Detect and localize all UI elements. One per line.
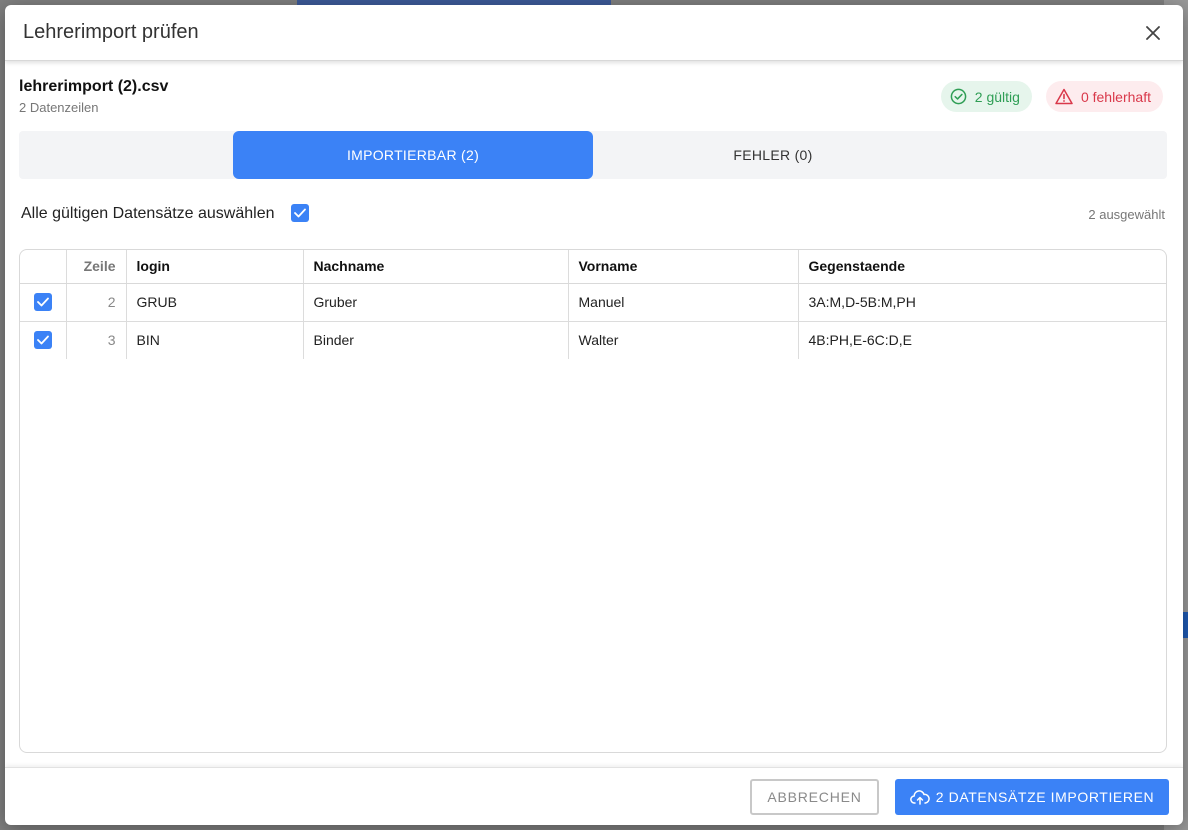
- header-nachname[interactable]: Nachname: [303, 250, 569, 284]
- cell-zeile: 2: [66, 283, 127, 322]
- checkmark-icon: [36, 297, 49, 307]
- row-select-cell: [20, 283, 67, 322]
- cell-nachname: Gruber: [303, 283, 569, 322]
- select-all-label: Alle gültigen Datensätze auswählen: [21, 205, 275, 222]
- checkmark-icon: [294, 208, 306, 218]
- close-icon: [1146, 25, 1160, 40]
- header-select: [20, 250, 67, 284]
- cell-gegenstaende: 3A:M,D-5B:M,PH: [798, 283, 1166, 322]
- import-button[interactable]: 2 DATENSÄTZE IMPORTIEREN: [895, 779, 1169, 815]
- warning-triangle-icon: [1055, 88, 1073, 105]
- checkmark-icon: [36, 335, 49, 345]
- cloud-upload-icon: [909, 790, 930, 805]
- result-tabs: IMPORTIERBAR (2) FEHLER (0): [19, 131, 1167, 179]
- table-row: 3 BIN Binder Walter 4B:PH,E-6C:D,E: [20, 321, 1166, 359]
- invalid-badge-label: 0 fehlerhaft: [1080, 88, 1151, 105]
- header-zeile[interactable]: Zeile: [66, 250, 127, 284]
- cancel-button[interactable]: ABBRECHEN: [750, 779, 879, 815]
- status-badges: 2 gültig 0 fehlerhaft: [940, 81, 1163, 112]
- selected-count: 2 ausgewählt: [1088, 207, 1165, 222]
- tab-importierbar[interactable]: IMPORTIERBAR (2): [233, 131, 593, 179]
- check-circle-icon: [950, 88, 967, 105]
- row-select-cell: [20, 321, 67, 359]
- dialog-footer: ABBRECHEN 2 DATENSÄTZE IMPORTIEREN: [5, 767, 1183, 825]
- select-all-checkbox[interactable]: [291, 204, 309, 222]
- row-checkbox[interactable]: [33, 293, 52, 311]
- cell-vorname: Walter: [568, 321, 799, 359]
- tab-fehler[interactable]: FEHLER (0): [593, 131, 953, 179]
- cell-zeile: 3: [66, 321, 127, 359]
- close-button[interactable]: [1141, 21, 1165, 45]
- cell-nachname: Binder: [303, 321, 569, 359]
- valid-badge: 2 gültig: [940, 81, 1032, 112]
- header-login[interactable]: login: [126, 250, 304, 284]
- dialog-header: Lehrerimport prüfen: [5, 5, 1183, 61]
- row-checkbox[interactable]: [33, 331, 52, 350]
- cell-login: BIN: [126, 321, 304, 359]
- table-header-row: Zeile login Nachname Vorname Gegenstaend…: [20, 250, 1166, 284]
- import-review-dialog: Lehrerimport prüfen lehrerimport (2).csv…: [5, 5, 1183, 825]
- cell-vorname: Manuel: [568, 283, 799, 322]
- import-button-label: 2 DATENSÄTZE IMPORTIEREN: [935, 789, 1155, 805]
- cell-gegenstaende: 4B:PH,E-6C:D,E: [808, 332, 912, 349]
- table-row: 2 GRUB Gruber Manuel 3A:M,D-5B:M,PH: [20, 283, 1166, 322]
- file-info: lehrerimport (2).csv 2 Datenzeilen 2 gül…: [19, 78, 1169, 118]
- valid-badge-label: 2 gültig: [974, 88, 1020, 105]
- import-table: Zeile login Nachname Vorname Gegenstaend…: [19, 249, 1167, 753]
- dialog-title: Lehrerimport prüfen: [23, 21, 199, 43]
- select-all-row: Alle gültigen Datensätze auswählen 2 aus…: [21, 203, 1165, 227]
- header-gegenstaende[interactable]: Gegenstaende: [798, 250, 1166, 284]
- cell-login: GRUB: [126, 283, 304, 322]
- invalid-badge: 0 fehlerhaft: [1045, 81, 1163, 112]
- header-vorname[interactable]: Vorname: [568, 250, 799, 284]
